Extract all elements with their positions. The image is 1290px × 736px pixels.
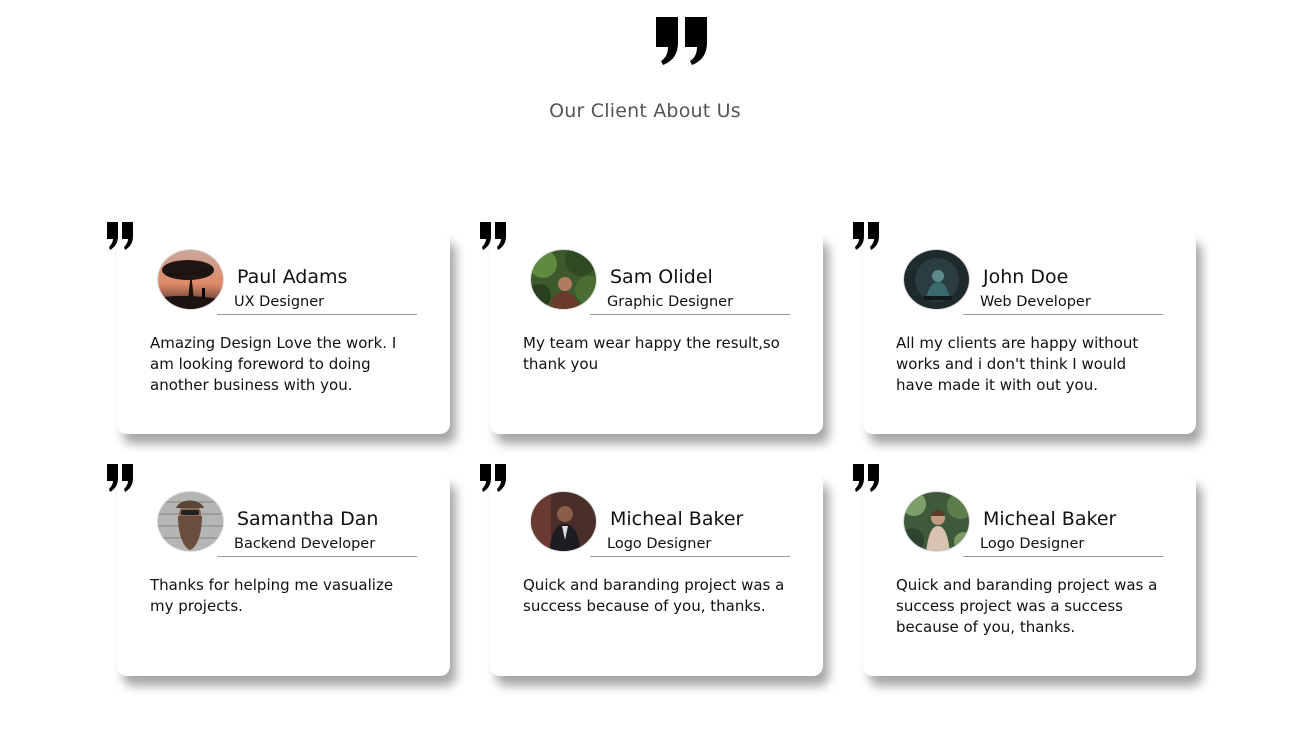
avatar <box>157 491 224 552</box>
quote-icon <box>480 464 508 494</box>
testimonial-text: Thanks for helping me vasualize my proje… <box>150 576 394 615</box>
quote-icon <box>107 222 135 252</box>
client-name: Micheal Baker <box>610 508 744 530</box>
client-name: Samantha Dan <box>237 508 379 530</box>
client-role: UX Designer <box>234 294 325 310</box>
testimonial-card: Micheal Baker Logo Designer Quick and ba… <box>480 464 823 676</box>
testimonial-card: Paul Adams UX Designer Amazing Design Lo… <box>107 222 450 434</box>
avatar <box>157 249 224 310</box>
client-name: John Doe <box>983 266 1069 288</box>
testimonial-text: Quick and baranding project was a succes… <box>896 576 1158 636</box>
testimonial-card: Micheal Baker Logo Designer Quick and ba… <box>853 464 1196 676</box>
client-role: Web Developer <box>980 294 1091 310</box>
client-name: Micheal Baker <box>983 508 1117 530</box>
client-name: Paul Adams <box>237 266 348 288</box>
testimonial-text: All my clients are happy without works a… <box>896 334 1139 394</box>
avatar <box>903 491 970 552</box>
section-title: Our Client About Us <box>549 100 741 122</box>
avatar <box>530 491 597 552</box>
testimonial-card: Sam Olidel Graphic Designer My team wear… <box>480 222 823 434</box>
testimonial-text: Quick and baranding project was a succes… <box>523 576 785 615</box>
quote-icon <box>853 464 881 494</box>
quote-icon <box>107 464 135 494</box>
client-role: Logo Designer <box>607 536 712 552</box>
quote-icon <box>853 222 881 252</box>
client-role: Logo Designer <box>980 536 1085 552</box>
testimonial-text: My team wear happy the result,so thank y… <box>523 334 780 373</box>
testimonial-card: Samantha Dan Backend Developer Thanks fo… <box>107 464 450 676</box>
client-role: Backend Developer <box>234 536 376 552</box>
avatar <box>903 249 970 310</box>
quote-icon <box>480 222 508 252</box>
avatar <box>530 249 597 310</box>
testimonial-text: Amazing Design Love the work. I am looki… <box>150 334 397 394</box>
double-quote-icon <box>655 16 709 66</box>
client-role: Graphic Designer <box>607 294 734 310</box>
client-name: Sam Olidel <box>610 266 713 288</box>
testimonial-card: John Doe Web Developer All my clients ar… <box>853 222 1196 434</box>
